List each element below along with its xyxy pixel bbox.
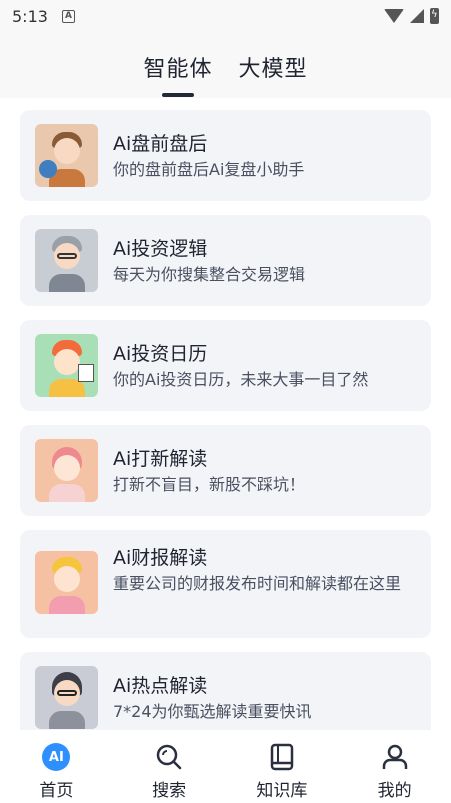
pink-hair-girl-avatar [35,439,98,502]
bottom-nav: AI 首页 搜索 知识库 我的 [0,730,451,803]
nav-label: 搜索 [152,781,187,801]
boy-globe-avatar [35,124,98,187]
user-icon [380,742,410,772]
nav-label: 首页 [39,781,74,801]
yellow-hat-girl-avatar [35,551,98,614]
nav-home[interactable]: AI 首页 [0,730,113,803]
top-tabs: 智能体 大模型 [0,32,451,98]
nav-search[interactable]: 搜索 [113,730,226,803]
search-icon [154,742,184,772]
ai-badge: AI [42,743,71,771]
agent-subtitle: 你的Ai投资日历，未来大事一目了然 [113,370,369,389]
status-bar: 5:13 A [0,0,451,32]
agent-card-pre-post-market[interactable]: Ai盘前盘后 你的盘前盘后Ai复盘小助手 [20,110,431,201]
agent-card-earnings-analysis[interactable]: Ai财报解读 重要公司的财报发布时间和解读都在这里 [20,530,431,638]
agent-subtitle: 7*24为你甄选解读重要快讯 [113,702,312,721]
agent-card-ipo-analysis[interactable]: Ai打新解读 打新不盲目，新股不踩坑！ [20,425,431,516]
agent-subtitle: 重要公司的财报发布时间和解读都在这里 [113,574,402,593]
nav-knowledge[interactable]: 知识库 [226,730,339,803]
agent-card-investment-calendar[interactable]: Ai投资日历 你的Ai投资日历，未来大事一目了然 [20,320,431,411]
agent-title: Ai投资逻辑 [113,238,208,260]
tab-agents[interactable]: 智能体 [143,32,212,98]
nav-label: 我的 [377,781,412,801]
old-man-glasses-avatar [35,229,98,292]
battery-icon [430,8,439,24]
agent-card-investment-logic[interactable]: Ai投资逻辑 每天为你搜集整合交易逻辑 [20,215,431,306]
status-time: 5:13 [12,6,48,26]
glasses-girl-laptop-avatar [35,666,98,729]
agent-title: Ai财报解读 [113,547,208,569]
status-indicators [384,8,439,24]
girl-cap-calendar-avatar [35,334,98,397]
agent-title: Ai投资日历 [113,343,208,365]
agent-list[interactable]: Ai盘前盘后 你的盘前盘后Ai复盘小助手 Ai投资逻辑 每天为你搜集整合交易逻辑… [0,98,451,730]
agent-card-hot-topics[interactable]: Ai热点解读 7*24为你甄选解读重要快讯 [20,652,431,730]
nav-profile[interactable]: 我的 [338,730,451,803]
agent-subtitle: 你的盘前盘后Ai复盘小助手 [113,160,305,179]
wifi-icon [384,9,404,23]
notification-icon: A [61,9,75,23]
agent-title: Ai盘前盘后 [113,133,208,155]
signal-icon [410,9,424,23]
agent-subtitle: 每天为你搜集整合交易逻辑 [113,265,306,284]
ai-home-icon: AI [41,742,71,772]
agent-subtitle: 打新不盲目，新股不踩坑！ [113,475,306,494]
nav-label: 知识库 [256,781,308,801]
agent-title: Ai热点解读 [113,675,208,697]
tab-models[interactable]: 大模型 [239,32,308,98]
agent-title: Ai打新解读 [113,448,208,470]
book-icon [267,742,297,772]
